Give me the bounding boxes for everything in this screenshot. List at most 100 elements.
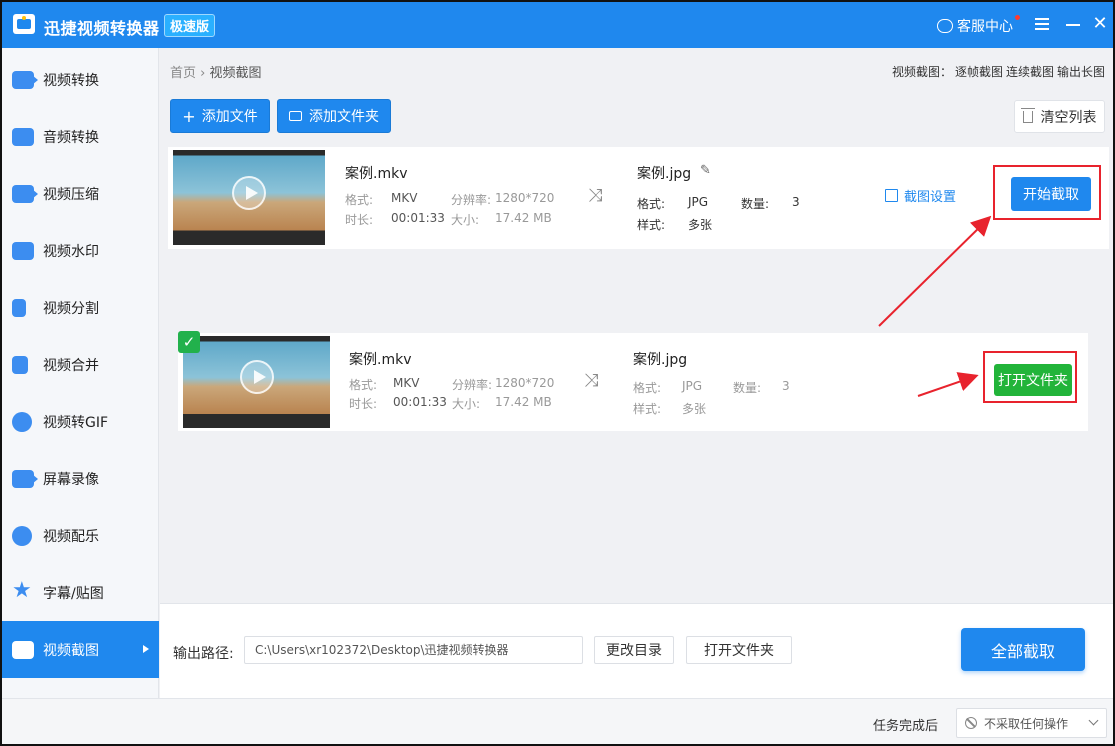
edition-badge: 极速版 (164, 14, 216, 37)
source-format-label: 格式: (349, 378, 378, 392)
source-format-label: 格式: (345, 193, 374, 207)
close-icon[interactable]: ✕ (1092, 14, 1108, 34)
notification-dot (1015, 15, 1020, 20)
sidebar-item-video-music[interactable]: 视频配乐 (2, 507, 159, 564)
annotation-highlight-box (983, 351, 1077, 403)
capture-all-button[interactable]: 全部截取 (961, 628, 1085, 671)
sidebar-item-video-watermark[interactable]: 视频水印 (2, 222, 159, 279)
breadcrumb-separator: › (200, 66, 206, 81)
sidebar-item-label: 字幕/贴图 (43, 585, 104, 602)
sidebar-item-video-gif[interactable]: 视频转GIF (2, 393, 159, 450)
sidebar-item-label: 视频截图 (43, 642, 99, 659)
after-done-select[interactable]: 不采取任何操作 (956, 708, 1107, 738)
mode-continuous-link[interactable]: 连续截图 (1006, 65, 1054, 79)
sidebar-item-video-screenshot[interactable]: 视频截图 (2, 621, 159, 678)
screen-record-icon (12, 469, 38, 488)
video-merge-icon (12, 355, 28, 374)
breadcrumb: 首页 › 视频截图 (170, 62, 262, 81)
annotation-highlight-box (993, 165, 1101, 220)
change-directory-button[interactable]: 更改目录 (594, 636, 674, 664)
sidebar-item-audio-convert[interactable]: 音频转换 (2, 108, 159, 165)
add-folder-label: 添加文件夹 (309, 109, 379, 125)
plus-icon: + (182, 106, 196, 126)
clear-list-label: 清空列表 (1040, 109, 1097, 126)
sidebar-item-subtitle-sticker[interactable]: 字幕/贴图 (2, 564, 159, 621)
after-done-value: 不采取任何操作 (984, 716, 1069, 731)
breadcrumb-home[interactable]: 首页 (170, 66, 196, 81)
chat-icon (937, 19, 953, 33)
ban-icon (965, 717, 977, 729)
output-file-name: 案例.jpg (637, 166, 692, 182)
sidebar-item-video-split[interactable]: 视频分割 (2, 279, 159, 336)
source-resolution-label: 分辨率: (452, 378, 493, 392)
source-size: 17.42 MB (495, 211, 552, 225)
sidebar-item-label: 视频配乐 (43, 528, 99, 545)
customer-service-button[interactable]: 客服中心 (937, 16, 1013, 36)
clear-list-button[interactable]: 清空列表 (1014, 100, 1105, 133)
sidebar-item-video-convert[interactable]: 视频转换 (2, 51, 159, 108)
folder-icon (289, 111, 302, 121)
source-duration: 00:01:33 (391, 211, 445, 225)
output-format-label: 格式: (633, 381, 662, 395)
shuffle-icon: ⤨ (588, 185, 603, 206)
source-file-name: 案例.mkv (345, 166, 408, 182)
sidebar-item-label: 音频转换 (43, 129, 99, 146)
sidebar-item-video-merge[interactable]: 视频合并 (2, 336, 159, 393)
output-count: 3 (782, 379, 790, 393)
video-gif-icon (12, 411, 32, 432)
output-path-label: 输出路径: (173, 646, 234, 662)
sidebar-item-label: 屏幕录像 (43, 471, 99, 488)
add-folder-button[interactable]: 添加文件夹 (277, 99, 391, 133)
after-done-label: 任务完成后 (873, 719, 939, 734)
sidebar-item-label: 视频压缩 (43, 186, 99, 203)
screenshot-modes: 视频截图： 逐帧截图 连续截图 输出长图 (889, 63, 1105, 80)
source-resolution-label: 分辨率: (451, 193, 492, 207)
shuffle-icon: ⤨ (584, 370, 599, 391)
breadcrumb-current: 视频截图 (209, 66, 262, 81)
source-file-name: 案例.mkv (349, 352, 412, 368)
edit-icon (885, 189, 898, 202)
menu-icon[interactable] (1035, 18, 1049, 30)
screenshot-settings-link[interactable]: 截图设置 (885, 186, 956, 205)
sidebar-item-video-compress[interactable]: 视频压缩 (2, 165, 159, 222)
minimize-icon[interactable] (1066, 24, 1080, 26)
app-window: 迅捷视频转换器 极速版 客服中心 ✕ 视频转换 音频转换 视频压缩 视频水印 视… (0, 0, 1115, 746)
output-count-label: 数量: (741, 197, 770, 211)
source-duration-label: 时长: (345, 213, 374, 227)
screenshot-settings-label: 截图设置 (904, 190, 957, 205)
open-output-folder-button[interactable]: 打开文件夹 (686, 636, 792, 664)
source-format: MKV (391, 191, 418, 205)
pencil-icon[interactable]: ✎ (700, 163, 711, 178)
sidebar-item-label: 视频水印 (43, 243, 99, 260)
play-icon[interactable] (232, 175, 266, 210)
output-path-input[interactable]: C:\Users\xr102372\Desktop\迅捷视频转换器 (244, 636, 583, 664)
status-bar (2, 698, 1113, 744)
sidebar-item-label: 视频分割 (43, 300, 99, 317)
trash-icon (1020, 107, 1035, 123)
video-convert-icon (12, 70, 38, 89)
mode-long-link[interactable]: 输出长图 (1057, 65, 1105, 79)
audio-convert-icon (12, 127, 34, 146)
play-icon[interactable] (239, 360, 274, 395)
output-style: 多张 (688, 218, 713, 232)
video-thumbnail[interactable] (173, 150, 325, 245)
add-file-button[interactable]: + 添加文件 (170, 99, 270, 133)
video-thumbnail[interactable] (183, 336, 330, 428)
add-file-label: 添加文件 (201, 109, 258, 125)
check-icon: ✓ (178, 331, 200, 353)
sidebar-item-screen-record[interactable]: 屏幕录像 (2, 450, 159, 507)
output-style-label: 样式: (637, 218, 666, 232)
modes-prefix: 视频截图： (891, 65, 952, 79)
video-music-icon (12, 525, 32, 546)
video-compress-icon (12, 184, 38, 203)
output-format: JPG (688, 195, 709, 209)
app-title: 迅捷视频转换器 (44, 19, 160, 38)
output-count-label: 数量: (733, 381, 762, 395)
source-resolution: 1280*720 (495, 191, 555, 205)
source-resolution: 1280*720 (495, 376, 555, 390)
chevron-down-icon (1088, 715, 1099, 726)
output-style-label: 样式: (633, 402, 662, 416)
mode-frame-link[interactable]: 逐帧截图 (955, 65, 1003, 79)
source-size-label: 大小: (451, 213, 480, 227)
sidebar-item-label: 视频转换 (43, 72, 99, 89)
